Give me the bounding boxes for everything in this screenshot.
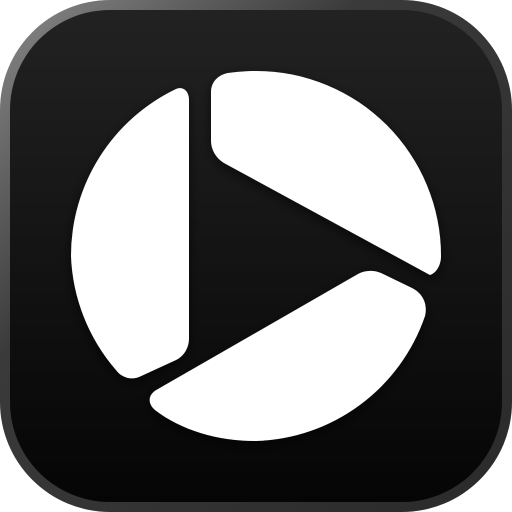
app-icon-canvas bbox=[0, 0, 512, 512]
app-icon[interactable] bbox=[0, 0, 512, 512]
